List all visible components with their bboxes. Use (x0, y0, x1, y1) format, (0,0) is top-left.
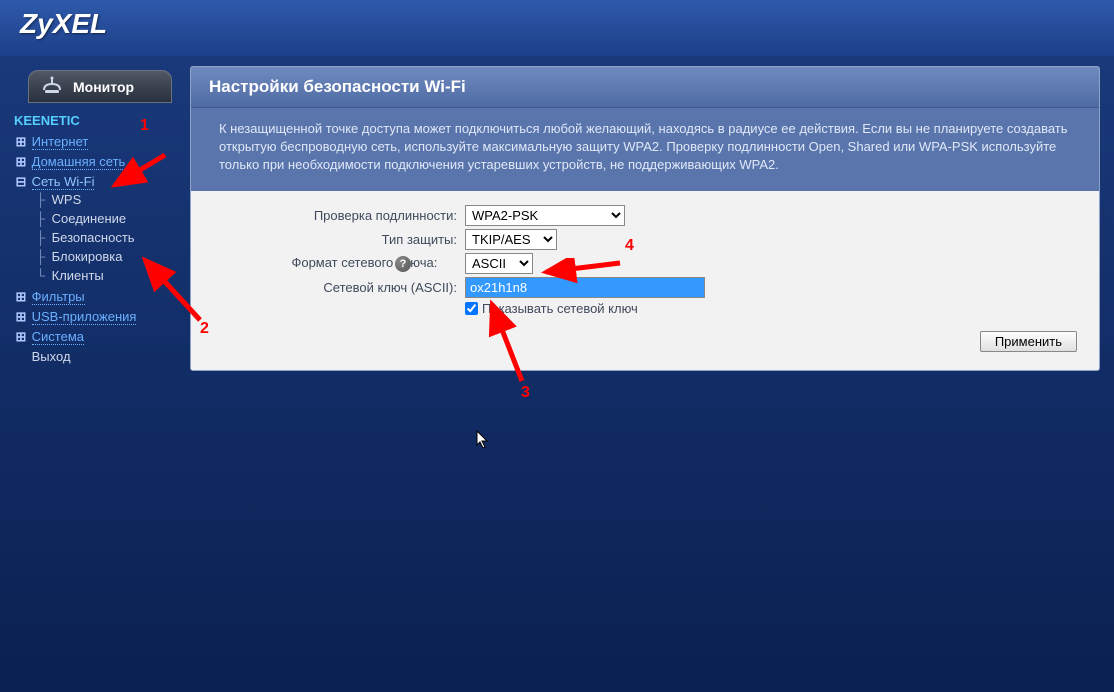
subnav-link-block[interactable]: Блокировка (52, 249, 123, 264)
form-area: Проверка подлинности: WPA2-PSK Тип защит… (191, 191, 1099, 370)
cursor-icon (476, 430, 490, 455)
select-protection[interactable]: TKIP/AES (465, 229, 557, 250)
annotation-2: 2 (200, 320, 209, 338)
input-network-key[interactable] (465, 277, 705, 298)
tree-branch-icon: └ (36, 268, 48, 283)
button-row: Применить (205, 319, 1085, 356)
subnav-link-security[interactable]: Безопасность (52, 230, 135, 245)
label-protection: Тип защиты: (205, 232, 465, 247)
nav-item-home-network[interactable]: ⊞ Домашняя сеть (14, 152, 180, 172)
subnav-link-clients[interactable]: Клиенты (52, 268, 104, 283)
label-key-format: Формат сетевого ключа: ? (205, 255, 465, 272)
nav-item-internet[interactable]: ⊞ Интернет (14, 132, 180, 152)
collapse-icon[interactable]: ⊟ (14, 174, 28, 190)
subnav-item-connection[interactable]: ├ Соединение (36, 209, 180, 228)
expand-icon[interactable]: ⊞ (14, 309, 28, 325)
monitor-tab[interactable]: Монитор (28, 70, 172, 103)
label-key: Сетевой ключ (ASCII): (205, 280, 465, 295)
nav-link-exit[interactable]: Выход (32, 349, 71, 364)
header: ZyXEL (0, 0, 1114, 56)
label-key-format-text: Формат сетевого ключа: (291, 255, 437, 270)
nav-link-system[interactable]: Система (32, 329, 84, 345)
tree-spacer (14, 349, 28, 364)
row-protection: Тип защиты: TKIP/AES (205, 229, 1085, 250)
nav-link-wifi[interactable]: Сеть Wi-Fi (32, 174, 95, 190)
subnav-item-clients[interactable]: └ Клиенты (36, 266, 180, 285)
annotation-3: 3 (521, 384, 530, 402)
sidebar: Монитор KEENETIC ⊞ Интернет ⊞ Домашняя с… (0, 56, 180, 692)
expand-icon[interactable]: ⊞ (14, 329, 28, 345)
wifi-subtree: ├ WPS ├ Соединение ├ Безопасность ├ Блок… (14, 190, 180, 285)
nav-link-usb-apps[interactable]: USB-приложения (32, 309, 137, 325)
annotation-1: 1 (140, 117, 149, 135)
nav-item-exit[interactable]: Выход (14, 347, 180, 366)
tree-branch-icon: ├ (36, 211, 48, 226)
brand-logo: ZyXEL (20, 8, 107, 39)
nav-item-wifi[interactable]: ⊟ Сеть Wi-Fi ├ WPS ├ Соединение ├ Безопа… (14, 172, 180, 287)
nav-tree: ⊞ Интернет ⊞ Домашняя сеть ⊟ Сеть Wi-Fi … (0, 132, 180, 366)
nav-item-system[interactable]: ⊞ Система (14, 327, 180, 347)
main-layout: Монитор KEENETIC ⊞ Интернет ⊞ Домашняя с… (0, 56, 1114, 692)
label-auth: Проверка подлинности: (205, 208, 465, 223)
nav-link-internet[interactable]: Интернет (32, 134, 89, 150)
monitor-icon (41, 76, 63, 97)
expand-icon[interactable]: ⊞ (14, 154, 28, 170)
nav-link-filters[interactable]: Фильтры (32, 289, 85, 305)
select-key-format[interactable]: ASCII (465, 253, 533, 274)
row-show-key: Показывать сетевой ключ (205, 301, 1085, 316)
select-auth[interactable]: WPA2-PSK (465, 205, 625, 226)
expand-icon[interactable]: ⊞ (14, 134, 28, 150)
tree-branch-icon: ├ (36, 192, 48, 207)
nav-item-usb-apps[interactable]: ⊞ USB-приложения (14, 307, 180, 327)
tree-branch-icon: ├ (36, 249, 48, 264)
row-auth: Проверка подлинности: WPA2-PSK (205, 205, 1085, 226)
expand-icon[interactable]: ⊞ (14, 289, 28, 305)
subnav-link-connection[interactable]: Соединение (52, 211, 127, 226)
row-key-format: Формат сетевого ключа: ? ASCII (205, 253, 1085, 274)
annotation-4: 4 (625, 237, 634, 255)
tree-branch-icon: ├ (36, 230, 48, 245)
settings-panel: Настройки безопасности Wi-Fi К незащищен… (190, 66, 1100, 371)
subnav-item-wps[interactable]: ├ WPS (36, 190, 180, 209)
monitor-label: Монитор (73, 79, 134, 95)
row-key: Сетевой ключ (ASCII): (205, 277, 1085, 298)
subnav-item-security[interactable]: ├ Безопасность (36, 228, 180, 247)
subnav-link-wps[interactable]: WPS (52, 192, 82, 207)
subnav-item-block[interactable]: ├ Блокировка (36, 247, 180, 266)
content-area: Настройки безопасности Wi-Fi К незащищен… (180, 56, 1114, 692)
panel-description: К незащищенной точке доступа может подкл… (191, 108, 1099, 191)
nav-link-home-network[interactable]: Домашняя сеть (32, 154, 126, 170)
nav-item-filters[interactable]: ⊞ Фильтры (14, 287, 180, 307)
apply-button[interactable]: Применить (980, 331, 1077, 352)
device-name: KEENETIC (0, 109, 180, 132)
help-icon[interactable]: ? (395, 256, 411, 272)
checkbox-show-key[interactable] (465, 302, 478, 315)
panel-title: Настройки безопасности Wi-Fi (191, 67, 1099, 108)
label-show-key: Показывать сетевой ключ (482, 301, 638, 316)
